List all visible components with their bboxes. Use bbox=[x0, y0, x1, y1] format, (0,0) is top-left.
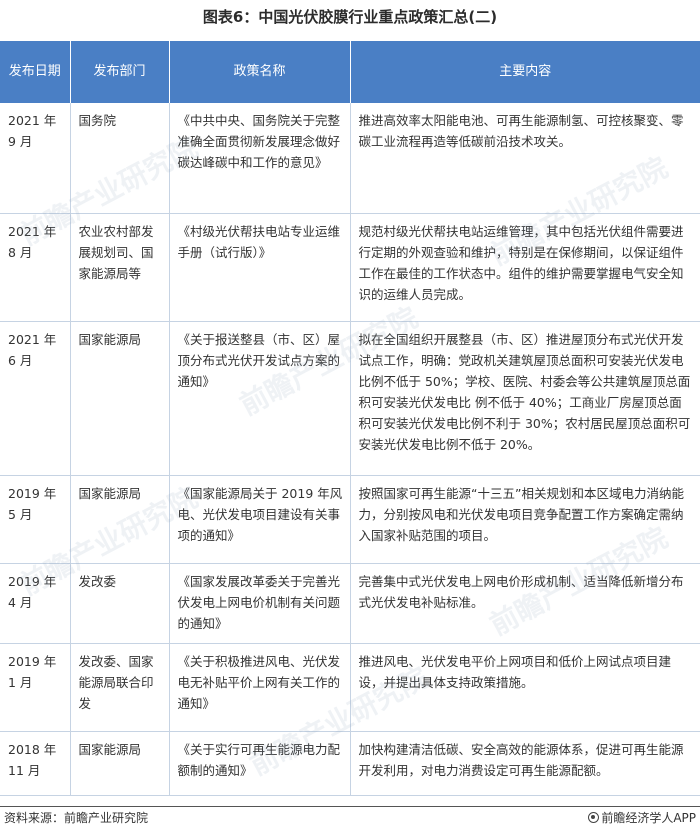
source-note: 资料来源：前瞻产业研究院 bbox=[4, 811, 149, 825]
cell-content: 拟在全国组织开展整县（市、区）推进屋顶分布式光伏开发试点工作，明确：党政机关建筑… bbox=[350, 321, 700, 476]
cell-policy: 《关于报送整县（市、区）屋顶分布式光伏开发试点方案的通知》 bbox=[169, 321, 351, 476]
table-row: 2021 年 8 月 农业农村部发展规划司、国家能源局等 《村级光伏帮扶电站专业… bbox=[0, 213, 700, 322]
header-dept: 发布部门 bbox=[70, 41, 170, 103]
table-row: 2021 年 6 月 国家能源局 《关于报送整县（市、区）屋顶分布式光伏开发试点… bbox=[0, 321, 700, 476]
cell-dept: 国家能源局 bbox=[70, 321, 170, 476]
table-row: 2019 年 5 月 国家能源局 《国家能源局关于 2019 年风电、光伏发电项… bbox=[0, 475, 700, 564]
page-title: 图表6：中国光伏胶膜行业重点政策汇总(二) bbox=[202, 8, 498, 26]
header-policy: 政策名称 bbox=[169, 41, 351, 103]
header-date: 发布日期 bbox=[0, 41, 71, 103]
app-name: 前瞻经济学人APP bbox=[601, 811, 696, 825]
table-row: 2019 年 4 月 发改委 《国家发展改革委关于完善光伏发电上网电价机制有关问… bbox=[0, 563, 700, 644]
qianzhan-logo-icon bbox=[588, 812, 600, 823]
table-row: 2018 年 11 月 国家能源局 《关于实行可再生能源电力配额制的通知》 加快… bbox=[0, 731, 700, 796]
cell-dept: 发改委 bbox=[70, 563, 170, 644]
cell-policy: 《国家能源局关于 2019 年风电、光伏发电项目建设有关事项的通知》 bbox=[169, 475, 351, 564]
cell-content: 规范村级光伏帮扶电站运维管理，其中包括光伏组件需要进行定期的外观查验和维护，特别… bbox=[350, 213, 700, 322]
policy-table: 发布日期 发布部门 政策名称 主要内容 2021 年 9 月 国务院 《中共中央… bbox=[0, 41, 700, 796]
cell-content: 完善集中式光伏发电上网电价形成机制、适当降低新增分布式光伏发电补贴标准。 bbox=[350, 563, 700, 644]
cell-content: 加快构建清洁低碳、安全高效的能源体系，促进可再生能源开发利用，对电力消费设定可再… bbox=[350, 731, 700, 796]
cell-date: 2019 年 1 月 bbox=[0, 643, 71, 732]
table-row: 2019 年 1 月 发改委、国家能源局联合印发 《关于积极推进风电、光伏发电无… bbox=[0, 643, 700, 732]
cell-policy: 《关于积极推进风电、光伏发电无补贴平价上网有关工作的通知》 bbox=[169, 643, 351, 732]
cell-dept: 国家能源局 bbox=[70, 731, 170, 796]
cell-date: 2018 年 11 月 bbox=[0, 731, 71, 796]
cell-dept: 农业农村部发展规划司、国家能源局等 bbox=[70, 213, 170, 322]
cell-policy: 《村级光伏帮扶电站专业运维手册（试行版）》 bbox=[169, 213, 351, 322]
cell-content: 按照国家可再生能源“十三五”相关规划和本区域电力消纳能力，分别按风电和光伏发电项… bbox=[350, 475, 700, 564]
cell-content: 推进高效率太阳能电池、可再生能源制氢、可控核聚变、零碳工业流程再造等低碳前沿技术… bbox=[350, 103, 700, 214]
cell-date: 2021 年 6 月 bbox=[0, 321, 71, 476]
cell-dept: 国务院 bbox=[70, 103, 170, 214]
cell-content: 推进风电、光伏发电平价上网项目和低价上网试点项目建设，并提出具体支持政策措施。 bbox=[350, 643, 700, 732]
cell-date: 2021 年 9 月 bbox=[0, 103, 71, 214]
cell-dept: 国家能源局 bbox=[70, 475, 170, 564]
cell-date: 2021 年 8 月 bbox=[0, 213, 71, 322]
footer: 资料来源：前瞻产业研究院 前瞻经济学人APP bbox=[0, 806, 700, 827]
cell-date: 2019 年 5 月 bbox=[0, 475, 71, 564]
header-content: 主要内容 bbox=[350, 41, 700, 103]
cell-policy: 《中共中央、国务院关于完整准确全面贯彻新发展理念做好碳达峰碳中和工作的意见》 bbox=[169, 103, 351, 214]
table-header-row: 发布日期 发布部门 政策名称 主要内容 bbox=[0, 41, 700, 103]
cell-dept: 发改委、国家能源局联合印发 bbox=[70, 643, 170, 732]
cell-date: 2019 年 4 月 bbox=[0, 563, 71, 644]
cell-policy: 《关于实行可再生能源电力配额制的通知》 bbox=[169, 731, 351, 796]
cell-policy: 《国家发展改革委关于完善光伏发电上网电价机制有关问题的通知》 bbox=[169, 563, 351, 644]
app-credit: 前瞻经济学人APP bbox=[588, 808, 696, 828]
table-row: 2021 年 9 月 国务院 《中共中央、国务院关于完整准确全面贯彻新发展理念做… bbox=[0, 103, 700, 214]
